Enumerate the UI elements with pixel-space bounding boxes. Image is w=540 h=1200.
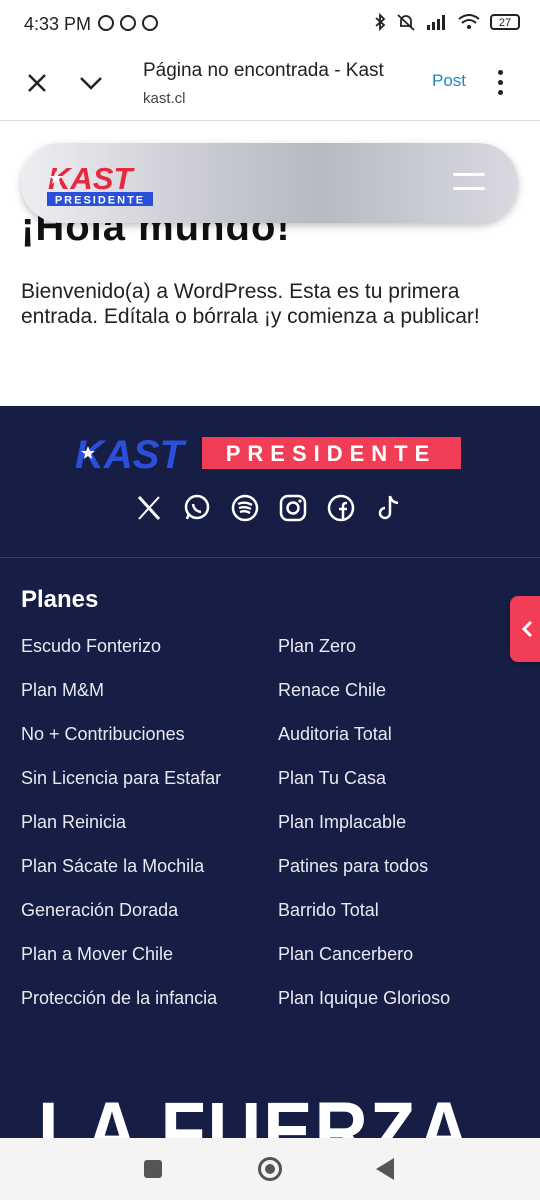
plan-link[interactable]: Plan Tu Casa — [278, 768, 386, 789]
plan-link[interactable]: Plan M&M — [21, 680, 104, 701]
bluetooth-icon — [375, 13, 386, 31]
whatsapp-icon[interactable] — [183, 494, 211, 522]
battery-icon: 27 — [490, 14, 520, 30]
plan-link[interactable]: Plan Implacable — [278, 812, 406, 833]
recents-button[interactable] — [144, 1160, 162, 1178]
plan-link[interactable]: Plan Sácate la Mochila — [21, 856, 204, 877]
close-icon[interactable] — [26, 72, 48, 94]
plan-link[interactable]: Barrido Total — [278, 900, 379, 921]
page-title: Página no encontrada - Kast — [143, 60, 384, 81]
system-icons: 27 — [374, 13, 520, 31]
menu-icon[interactable] — [453, 173, 485, 201]
plan-link[interactable]: Plan Zero — [278, 636, 356, 657]
chevron-down-icon[interactable] — [78, 72, 104, 94]
home-button[interactable] — [258, 1157, 282, 1181]
svg-text:PRESIDENTE: PRESIDENTE — [55, 195, 145, 207]
more-options-icon[interactable] — [498, 70, 503, 95]
browser-toolbar: Página no encontrada - Kast kast.cl Post — [0, 52, 540, 121]
plan-link[interactable]: Sin Licencia para Estafar — [21, 768, 221, 789]
plan-link[interactable]: Auditoria Total — [278, 724, 392, 745]
page-url[interactable]: kast.cl — [143, 90, 186, 107]
back-button[interactable] — [376, 1158, 394, 1180]
chevron-left-icon — [521, 620, 533, 638]
plan-link[interactable]: Protección de la infancia — [21, 988, 217, 1009]
site-footer: KAST PRESIDENTE Planes Escudo Fonterizo … — [0, 406, 540, 1138]
soccer-ball-icon — [120, 15, 136, 31]
plan-link[interactable]: Plan a Mover Chile — [21, 944, 173, 965]
plan-link[interactable]: Renace Chile — [278, 680, 386, 701]
x-icon[interactable] — [135, 494, 163, 522]
soccer-ball-icon — [98, 15, 114, 31]
plan-link[interactable]: Plan Cancerbero — [278, 944, 413, 965]
system-nav-bar — [0, 1138, 540, 1200]
side-panel-toggle[interactable] — [510, 596, 540, 662]
footer-logo[interactable]: KAST PRESIDENTE — [75, 433, 463, 477]
plan-link[interactable]: Generación Dorada — [21, 900, 178, 921]
plan-link[interactable]: Plan Iquique Glorioso — [278, 988, 450, 1009]
status-bar: 4:33 PM 27 — [0, 0, 540, 52]
slogan-banner: LA FUERZA — [38, 1085, 473, 1138]
plan-link[interactable]: Plan Reinicia — [21, 812, 126, 833]
status-time: 4:33 PM — [24, 14, 92, 34]
post-button[interactable]: Post — [432, 71, 466, 91]
tiktok-icon[interactable] — [375, 494, 403, 522]
plan-link[interactable]: Patines para todos — [278, 856, 428, 877]
facebook-icon[interactable] — [327, 494, 355, 522]
svg-text:KAST: KAST — [48, 161, 135, 196]
signal-icon — [427, 15, 445, 30]
site-logo[interactable]: KAST PRESIDENTE — [47, 161, 155, 214]
svg-text:PRESIDENTE: PRESIDENTE — [226, 441, 437, 466]
plan-link[interactable]: Escudo Fonterizo — [21, 636, 161, 657]
social-links — [135, 494, 403, 522]
spotify-icon[interactable] — [231, 494, 259, 522]
planes-heading: Planes — [21, 586, 99, 613]
mute-icon — [397, 14, 415, 31]
plan-link[interactable]: No + Contribuciones — [21, 724, 185, 745]
wifi-icon — [458, 14, 480, 29]
notification-icons — [98, 15, 158, 31]
chat-icon — [142, 15, 158, 31]
instagram-icon[interactable] — [279, 494, 307, 522]
post-body: Bienvenido(a) a WordPress. Esta es tu pr… — [21, 280, 480, 328]
footer-divider — [0, 557, 540, 558]
